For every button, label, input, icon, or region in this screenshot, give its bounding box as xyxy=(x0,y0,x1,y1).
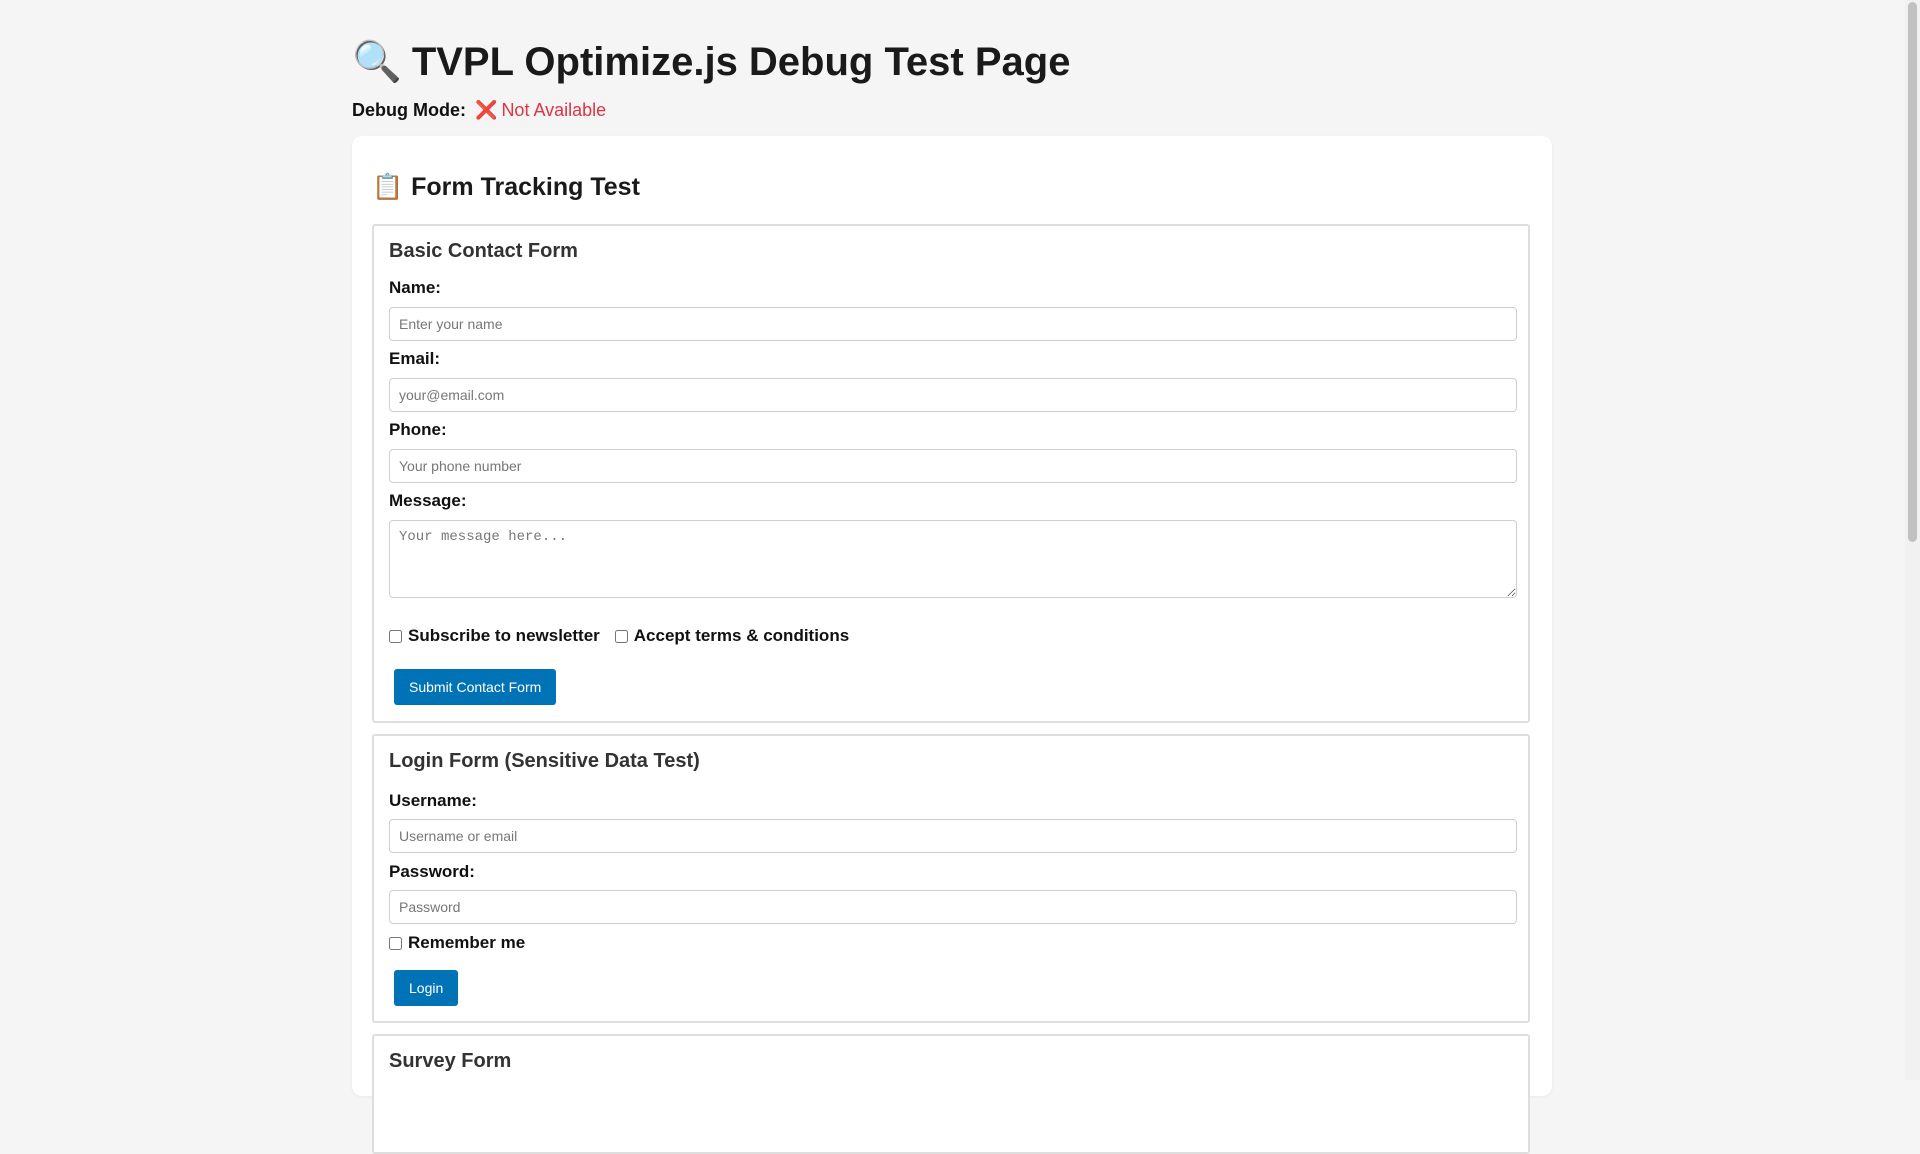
password-label: Password: xyxy=(389,862,475,881)
survey-form-title: Survey Form xyxy=(389,1050,512,1072)
survey-form: Survey Form xyxy=(372,1034,1530,1154)
login-checkbox-row: Remember me xyxy=(389,933,540,953)
phone-label: Phone: xyxy=(389,420,447,439)
form-tracking-card: 📋 Form Tracking Test Basic Contact Form N… xyxy=(352,136,1552,1154)
contact-checkbox-row: Subscribe to newsletter Accept terms & c… xyxy=(389,626,864,646)
section-title: 📋 Form Tracking Test xyxy=(372,172,640,202)
login-button[interactable]: Login xyxy=(394,970,459,1006)
newsletter-option[interactable]: Subscribe to newsletter xyxy=(389,626,600,646)
contact-form-title: Basic Contact Form xyxy=(389,240,578,262)
terms-label: Accept terms & conditions xyxy=(633,626,850,645)
username-input[interactable] xyxy=(389,819,1517,853)
phone-input[interactable] xyxy=(389,449,1517,483)
terms-option[interactable]: Accept terms & conditions xyxy=(614,626,850,646)
login-form-title: Login Form (Sensitive Data Test) xyxy=(389,750,700,772)
remember-me-checkbox[interactable] xyxy=(389,936,402,950)
email-input[interactable] xyxy=(389,378,1517,412)
terms-checkbox[interactable] xyxy=(614,629,628,643)
newsletter-checkbox[interactable] xyxy=(389,629,402,643)
scrollbar-thumb[interactable] xyxy=(1908,2,1917,542)
remember-me-option[interactable]: Remember me xyxy=(389,933,525,953)
magnifier-icon: 🔍 xyxy=(352,39,402,85)
debug-mode-line: Debug Mode: ❌ Not Available xyxy=(352,100,606,121)
page-title-text: TVPL Optimize.js Debug Test Page xyxy=(411,40,1071,84)
debug-mode-label: Debug Mode: xyxy=(352,100,466,120)
vertical-scrollbar[interactable] xyxy=(1905,0,1920,1080)
name-input[interactable] xyxy=(389,307,1517,341)
submit-contact-button[interactable]: Submit Contact Form xyxy=(394,669,557,705)
name-label: Name: xyxy=(389,278,441,297)
password-input[interactable] xyxy=(389,890,1517,924)
contact-form: Basic Contact Form Name: Email: Phone: M… xyxy=(372,224,1530,723)
section-title-text: Form Tracking Test xyxy=(411,173,640,201)
page-title: 🔍 TVPL Optimize.js Debug Test Page xyxy=(352,38,1070,85)
username-label: Username: xyxy=(389,791,477,810)
debug-mode-status-text: Not Available xyxy=(501,100,607,120)
clipboard-icon: 📋 xyxy=(372,172,404,201)
cross-mark-icon: ❌ xyxy=(475,100,498,120)
debug-mode-status: ❌ Not Available xyxy=(475,100,606,120)
message-label: Message: xyxy=(389,491,467,510)
message-textarea[interactable] xyxy=(389,520,1517,598)
remember-me-label: Remember me xyxy=(408,933,526,952)
login-form: Login Form (Sensitive Data Test) Usernam… xyxy=(372,734,1530,1023)
email-label: Email: xyxy=(389,349,441,368)
newsletter-label: Subscribe to newsletter xyxy=(408,626,600,645)
